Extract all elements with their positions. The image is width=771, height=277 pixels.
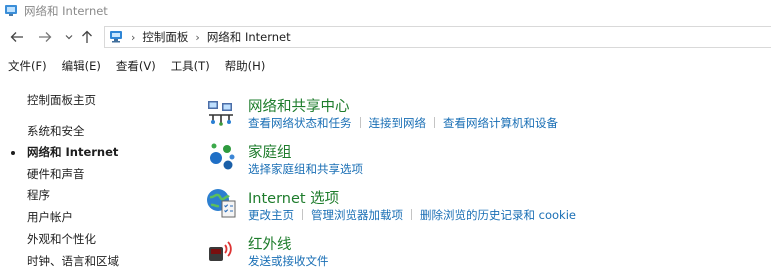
section-links: 查看网络状态和任务 连接到网络 查看网络计算机和设备 xyxy=(248,115,558,131)
sidebar-item-clock-region[interactable]: 时钟、语言和区域 xyxy=(27,253,119,269)
section-links: 选择家庭组和共享选项 xyxy=(248,161,363,177)
section-homegroup: 家庭组 选择家庭组和共享选项 xyxy=(205,141,765,179)
section-links: 发送或接收文件 xyxy=(248,253,329,269)
menu-bar: 文件(F) 编辑(E) 查看(V) 工具(T) 帮助(H) xyxy=(0,56,771,76)
homegroup-icon xyxy=(205,141,239,175)
navigation-bar: › 控制面板 › 网络和 Internet xyxy=(0,24,771,52)
section-title-infrared[interactable]: 红外线 xyxy=(248,233,292,254)
menu-view[interactable]: 查看(V) xyxy=(108,58,163,74)
link-divider xyxy=(411,209,412,220)
window-title: 网络和 Internet xyxy=(24,4,108,18)
recent-locations-chevron-icon[interactable] xyxy=(60,28,78,46)
control-panel-icon xyxy=(108,28,124,47)
sidebar-item-control-panel-home[interactable]: 控制面板主页 xyxy=(27,92,96,108)
sidebar-item-appearance[interactable]: 外观和个性化 xyxy=(27,231,96,247)
network-sharing-center-icon xyxy=(205,95,239,129)
section-title-network-sharing-center[interactable]: 网络和共享中心 xyxy=(248,95,350,116)
section-infrared: 红外线 发送或接收文件 xyxy=(205,233,765,271)
breadcrumb-control-panel[interactable]: 控制面板 xyxy=(142,29,188,45)
link-view-network-status[interactable]: 查看网络状态和任务 xyxy=(248,116,352,130)
section-title-internet-options[interactable]: Internet 选项 xyxy=(248,187,339,208)
sidebar-item-system-security[interactable]: 系统和安全 xyxy=(27,123,85,139)
link-divider xyxy=(434,117,435,128)
link-divider xyxy=(302,209,303,220)
link-divider xyxy=(359,117,361,128)
sidebar-item-hardware-sound[interactable]: 硬件和声音 xyxy=(27,166,85,182)
breadcrumb-network-internet[interactable]: 网络和 Internet xyxy=(207,29,291,45)
sidebar-item-network-internet[interactable]: 网络和 Internet xyxy=(27,144,118,160)
breadcrumb-separator-icon: › xyxy=(131,30,136,44)
link-delete-browsing-history[interactable]: 删除浏览的历史记录和 cookie xyxy=(420,208,576,222)
sidebar-item-programs[interactable]: 程序 xyxy=(27,187,50,203)
sidebar-item-user-accounts[interactable]: 用户帐户 xyxy=(27,209,73,225)
menu-help[interactable]: 帮助(H) xyxy=(217,58,273,74)
link-manage-add-ons[interactable]: 管理浏览器加载项 xyxy=(311,208,403,222)
title-bar: 网络和 Internet xyxy=(0,0,771,22)
section-internet-options: Internet 选项 更改主页 管理浏览器加载项 删除浏览的历史记录和 cooki… xyxy=(205,187,765,225)
up-arrow-icon[interactable] xyxy=(78,28,96,46)
breadcrumb-separator-icon: › xyxy=(195,30,200,44)
menu-file[interactable]: 文件(F) xyxy=(0,58,54,74)
menu-tools[interactable]: 工具(T) xyxy=(163,58,217,74)
section-title-homegroup[interactable]: 家庭组 xyxy=(248,141,292,162)
forward-arrow-icon[interactable] xyxy=(36,28,54,46)
link-send-receive-files[interactable]: 发送或接收文件 xyxy=(248,254,329,268)
link-view-network-computers[interactable]: 查看网络计算机和设备 xyxy=(443,116,558,130)
link-change-homepage[interactable]: 更改主页 xyxy=(248,208,294,222)
internet-options-icon xyxy=(205,187,239,221)
address-bar[interactable]: › 控制面板 › 网络和 Internet xyxy=(104,26,771,48)
menu-edit[interactable]: 编辑(E) xyxy=(54,58,108,74)
back-arrow-icon[interactable] xyxy=(8,28,26,46)
section-links: 更改主页 管理浏览器加载项 删除浏览的历史记录和 cookie xyxy=(248,207,576,223)
active-bullet-icon xyxy=(11,151,15,155)
section-network-sharing-center: 网络和共享中心 查看网络状态和任务 连接到网络 查看网络计算机和设备 xyxy=(205,95,765,133)
control-panel-app-icon xyxy=(4,3,19,21)
infrared-icon xyxy=(205,233,239,267)
link-choose-homegroup-options[interactable]: 选择家庭组和共享选项 xyxy=(248,162,363,176)
link-connect-to-network[interactable]: 连接到网络 xyxy=(369,116,427,130)
